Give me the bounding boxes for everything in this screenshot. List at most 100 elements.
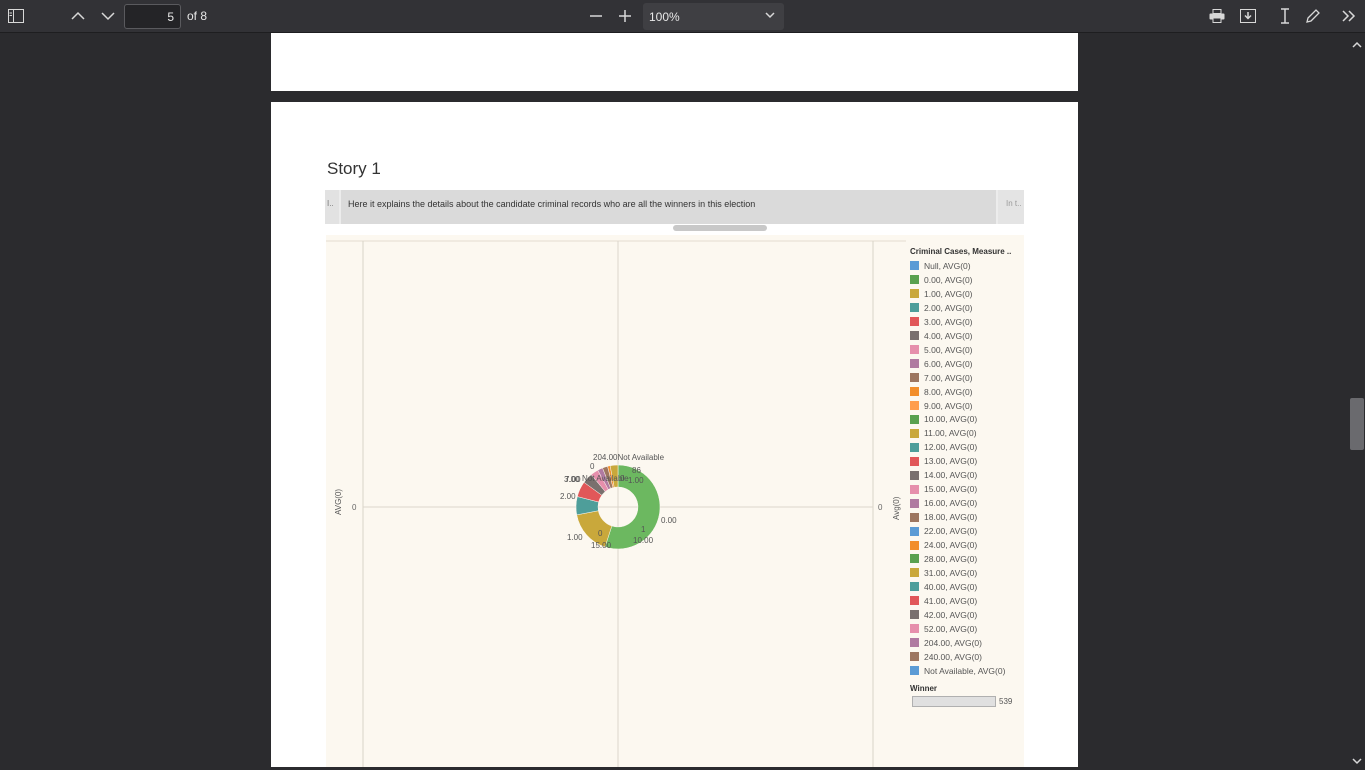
legend-item[interactable]: Null, AVG(0) (910, 259, 1022, 273)
legend-label: 5.00, AVG(0) (924, 344, 973, 355)
slice-label: 204.00Not Available (593, 453, 665, 462)
zoom-out-icon[interactable] (587, 4, 605, 28)
legend-item[interactable]: 2.00, AVG(0) (910, 301, 1022, 315)
legend-swatch (910, 540, 919, 550)
legend-label: 204.00, AVG(0) (924, 637, 982, 648)
legend-label: 28.00, AVG(0) (924, 553, 978, 564)
legend-item[interactable]: 1.00, AVG(0) (910, 287, 1022, 301)
legend-item[interactable]: 9.00, AVG(0) (910, 399, 1022, 413)
legend-item[interactable]: Not Available, AVG(0) (910, 664, 1022, 678)
legend-swatch (910, 554, 919, 564)
color-legend: Criminal Cases, Measure .. Null, AVG(0) 0… (910, 247, 1022, 678)
y-axis-label-left: AVG(0) (334, 488, 343, 515)
legend-swatch (910, 387, 919, 397)
legend-label: 16.00, AVG(0) (924, 498, 978, 509)
legend-swatch (910, 428, 919, 438)
legend-item[interactable]: 31.00, AVG(0) (910, 566, 1022, 580)
legend-swatch (910, 470, 919, 480)
winner-legend-title: Winner (910, 684, 938, 693)
pdf-page-current: Story 1 I.. Here it explains the details… (271, 102, 1078, 767)
scroll-up-icon[interactable] (1352, 36, 1362, 54)
zoom-in-icon[interactable] (616, 4, 634, 28)
legend-swatch (910, 289, 919, 299)
legend-item[interactable]: 42.00, AVG(0) (910, 608, 1022, 622)
legend-item[interactable]: 6.00, AVG(0) (910, 357, 1022, 371)
legend-item[interactable]: 28.00, AVG(0) (910, 552, 1022, 566)
legend-item[interactable]: 5.00, AVG(0) (910, 343, 1022, 357)
zoom-select[interactable]: 100% (643, 3, 784, 30)
slice-label: 10.00 (633, 536, 654, 545)
legend-label: 3.00, AVG(0) (924, 316, 973, 327)
next-page-icon[interactable] (98, 4, 118, 28)
legend-item[interactable]: 240.00, AVG(0) (910, 650, 1022, 664)
story-point-current[interactable]: Here it explains the details about the c… (341, 190, 996, 224)
legend-label: 4.00, AVG(0) (924, 330, 973, 341)
story-point-next[interactable]: In t.. (998, 190, 1024, 224)
scrollbar-thumb[interactable] (1350, 398, 1364, 450)
previous-page-icon[interactable] (68, 4, 88, 28)
scroll-down-icon[interactable] (1352, 752, 1362, 770)
legend-swatch (910, 638, 919, 648)
legend-item[interactable]: 14.00, AVG(0) (910, 468, 1022, 482)
legend-item[interactable]: 4.00, AVG(0) (910, 329, 1022, 343)
slice-label: 0 (590, 462, 595, 471)
legend-swatch (910, 596, 919, 606)
legend-swatch (910, 261, 919, 271)
legend-item[interactable]: 41.00, AVG(0) (910, 594, 1022, 608)
slice-label: 1.00 (628, 476, 644, 485)
save-icon[interactable] (1238, 4, 1258, 28)
legend-item[interactable]: 15.00, AVG(0) (910, 482, 1022, 496)
legend-item[interactable]: 18.00, AVG(0) (910, 510, 1022, 524)
legend-item[interactable]: 8.00, AVG(0) (910, 385, 1022, 399)
legend-label: 6.00, AVG(0) (924, 358, 973, 369)
winner-size-bar (912, 696, 996, 707)
legend-item[interactable]: 22.00, AVG(0) (910, 524, 1022, 538)
page-count: of 8 (187, 9, 208, 23)
legend-label: 1.00, AVG(0) (924, 288, 973, 299)
legend-item[interactable]: 3.00, AVG(0) (910, 315, 1022, 329)
legend-item[interactable]: 40.00, AVG(0) (910, 580, 1022, 594)
legend-item[interactable]: 204.00, AVG(0) (910, 636, 1022, 650)
legend-swatch (910, 512, 919, 522)
legend-swatch (910, 526, 919, 536)
legend-item[interactable]: 13.00, AVG(0) (910, 454, 1022, 468)
pdf-toolbar: of 8 100% (0, 0, 1365, 33)
legend-item[interactable]: 0.00, AVG(0) (910, 273, 1022, 287)
legend-item[interactable]: 52.00, AVG(0) (910, 622, 1022, 636)
vertical-scrollbar[interactable] (1349, 33, 1365, 767)
legend-label: 18.00, AVG(0) (924, 512, 978, 523)
slice-label: 1.00 (567, 533, 583, 542)
legend-swatch (910, 624, 919, 634)
draw-pen-icon[interactable] (1303, 4, 1323, 28)
legend-label: 14.00, AVG(0) (924, 470, 978, 481)
legend-label: 13.00, AVG(0) (924, 456, 978, 467)
legend-swatch (910, 401, 919, 410)
legend-swatch (910, 582, 919, 592)
legend-item[interactable]: 16.00, AVG(0) (910, 496, 1022, 510)
y-axis-label-right: Avg(0) (892, 496, 901, 520)
text-select-icon[interactable] (1276, 4, 1294, 28)
legend-label: Null, AVG(0) (924, 260, 971, 271)
dashboard-view: 204.00Not Available 0 86 1.00 7.00 3.00 Not Av… (326, 235, 1024, 767)
more-tools-icon[interactable] (1339, 4, 1359, 28)
legend-label: 7.00, AVG(0) (924, 372, 973, 383)
slice-label: 0 (598, 529, 603, 538)
legend-item[interactable]: 12.00, AVG(0) (910, 440, 1022, 454)
legend-item[interactable]: 11.00, AVG(0) (910, 426, 1022, 440)
legend-item[interactable]: 24.00, AVG(0) (910, 538, 1022, 552)
slice-label: 86 (632, 466, 641, 475)
story-point-previous[interactable]: I.. (325, 190, 339, 224)
winner-value: 539 (999, 697, 1013, 706)
sidebar-toggle-icon[interactable] (6, 4, 26, 28)
zoom-value: 100% (649, 10, 680, 24)
legend-item[interactable]: 10.00, AVG(0) (910, 412, 1022, 426)
legend-label: 40.00, AVG(0) (924, 581, 978, 592)
story-scrollbar[interactable] (673, 225, 767, 231)
legend-label: 10.00, AVG(0) (924, 414, 978, 425)
legend-item[interactable]: 7.00, AVG(0) (910, 371, 1022, 385)
slice-label: 1 (641, 525, 646, 534)
y-tick-right: 0 (878, 503, 883, 512)
legend-label: 11.00, AVG(0) (924, 428, 977, 439)
page-number-input[interactable] (124, 4, 181, 29)
print-icon[interactable] (1207, 4, 1227, 28)
